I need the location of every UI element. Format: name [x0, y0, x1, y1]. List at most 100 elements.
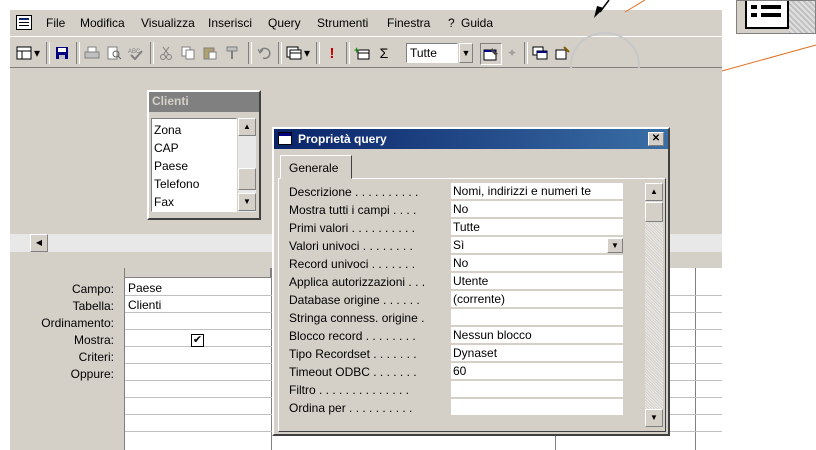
property-value[interactable]: [451, 381, 623, 398]
menu-finestra[interactable]: Finestra: [387, 16, 430, 30]
property-row[interactable]: Timeout ODBC . . . . . . . 60: [279, 363, 643, 381]
property-value[interactable]: 60: [451, 363, 623, 380]
tab-generale[interactable]: Generale: [280, 155, 352, 179]
property-row[interactable]: Stringa conness. origine .: [279, 309, 643, 327]
field-item[interactable]: Zona: [154, 123, 181, 137]
mostra-checkbox[interactable]: ✔: [191, 334, 204, 347]
property-row[interactable]: Primi valori . . . . . . . . . . Tutte: [279, 219, 643, 237]
scroll-left-icon[interactable]: ◀: [30, 234, 48, 252]
property-label: Stringa conness. origine .: [289, 311, 425, 325]
menu-visualizza[interactable]: Visualizza: [141, 16, 195, 30]
property-value[interactable]: Tutte: [451, 219, 623, 236]
property-label: Timeout ODBC . . . . . . .: [289, 365, 417, 379]
database-window-icon[interactable]: [530, 43, 550, 63]
property-value[interactable]: No: [451, 201, 623, 218]
print-preview-icon[interactable]: [104, 43, 124, 63]
dialog-title: Proprietà query: [298, 132, 387, 146]
property-value[interactable]: Nessun blocco: [451, 327, 623, 344]
scroll-down-icon[interactable]: ▼: [645, 409, 663, 427]
format-painter-icon[interactable]: [222, 43, 242, 63]
dialog-titlebar[interactable]: Proprietà query ✕: [274, 129, 668, 149]
property-label: Database origine . . . . . .: [289, 293, 420, 307]
query-type-icon[interactable]: [284, 43, 304, 63]
menu-guida[interactable]: Guida: [461, 16, 493, 30]
property-value[interactable]: Nomi, indirizzi e numeri te: [451, 183, 623, 200]
tabella-cell[interactable]: Clienti: [128, 298, 268, 314]
scroll-up-icon[interactable]: ▲: [238, 118, 256, 136]
campo-cell[interactable]: Paese: [128, 281, 268, 297]
show-table-icon[interactable]: +: [352, 43, 372, 63]
scroll-thumb[interactable]: [645, 202, 663, 222]
svg-text:+: +: [354, 46, 359, 55]
property-dropdown-icon[interactable]: ▼: [607, 238, 623, 253]
totals-icon[interactable]: Σ: [374, 43, 394, 63]
property-value-dropdown[interactable]: Sì: [451, 237, 623, 254]
field-list-scrollbar[interactable]: ▲ ▼: [238, 118, 256, 212]
menu-modifica[interactable]: Modifica: [80, 16, 125, 30]
property-value[interactable]: [451, 309, 623, 326]
row-label: Tabella:: [72, 299, 114, 313]
field-item[interactable]: Telefono: [154, 177, 199, 191]
property-value[interactable]: [451, 399, 623, 416]
property-row[interactable]: Mostra tutti i campi . . . . No: [279, 201, 643, 219]
spelling-icon[interactable]: ABC: [126, 43, 146, 63]
menu-help-mark[interactable]: ?: [448, 16, 455, 30]
tab-generale-label: Generale: [289, 161, 339, 175]
scroll-down-icon[interactable]: ▼: [238, 193, 256, 211]
field-item[interactable]: CAP: [154, 141, 179, 155]
menu-inserisci[interactable]: Inserisci: [208, 16, 252, 30]
property-row-selected[interactable]: Valori univoci . . . . . . . . Sì ▼: [279, 237, 643, 255]
row-label: Ordinamento:: [41, 316, 114, 330]
scroll-thumb[interactable]: [238, 168, 256, 190]
cut-icon[interactable]: [156, 43, 176, 63]
property-row[interactable]: Tipo Recordset . . . . . . . Dynaset: [279, 345, 643, 363]
top-values-dropdown-icon[interactable]: ▼: [459, 43, 473, 63]
col1-selector[interactable]: [125, 268, 271, 278]
property-value[interactable]: No: [451, 255, 623, 272]
property-value[interactable]: Dynaset: [451, 345, 623, 362]
new-object-icon[interactable]: [552, 43, 572, 63]
table-box-clienti[interactable]: Clienti Zona CAP Paese Telefono Fax ▲ ▼: [147, 90, 261, 220]
run-icon[interactable]: !: [322, 43, 342, 63]
property-value[interactable]: Utente: [451, 273, 623, 290]
builder-icon[interactable]: ✦: [502, 43, 522, 63]
property-row[interactable]: Descrizione . . . . . . . . . . Nomi, ind…: [279, 183, 643, 201]
field-item[interactable]: Fax: [154, 195, 174, 209]
property-row[interactable]: Database origine . . . . . . (corrente): [279, 291, 643, 309]
table-box-title[interactable]: Clienti: [149, 92, 259, 112]
view-icon[interactable]: [14, 43, 34, 63]
campo-value: Paese: [128, 281, 163, 295]
menu-file[interactable]: File: [46, 16, 65, 30]
undo-icon[interactable]: [254, 43, 274, 63]
row-label: Campo:: [71, 282, 114, 296]
zoomed-properties-icon: [736, 0, 816, 34]
property-label: Filtro . . . . . . . . . . . . . .: [289, 383, 410, 397]
app-icon[interactable]: [16, 15, 32, 30]
property-label: Mostra tutti i campi . . . .: [289, 203, 417, 217]
field-item[interactable]: Paese: [154, 159, 188, 173]
properties-icon[interactable]: [480, 43, 502, 65]
separator: [316, 42, 320, 64]
top-values-value: Tutte: [410, 46, 437, 60]
property-list: Descrizione . . . . . . . . . . Nomi, ind…: [279, 183, 643, 433]
scroll-up-icon[interactable]: ▲: [645, 183, 663, 201]
paste-icon[interactable]: [200, 43, 220, 63]
property-row[interactable]: Applica autorizzazioni . . . Utente: [279, 273, 643, 291]
close-icon[interactable]: ✕: [648, 132, 664, 146]
property-value[interactable]: (corrente): [451, 291, 623, 308]
property-row[interactable]: Record univoci . . . . . . . No: [279, 255, 643, 273]
view-dropdown-icon[interactable]: ▾: [32, 43, 42, 63]
save-icon[interactable]: [52, 43, 72, 63]
property-row[interactable]: Ordina per . . . . . . . . . .: [279, 399, 643, 417]
copy-icon[interactable]: [178, 43, 198, 63]
property-row[interactable]: Blocco record . . . . . . . . Nessun bloc…: [279, 327, 643, 345]
property-row[interactable]: Filtro . . . . . . . . . . . . . .: [279, 381, 643, 399]
top-values-combo[interactable]: Tutte: [406, 43, 458, 63]
menu-strumenti[interactable]: Strumenti: [317, 16, 368, 30]
menu-query[interactable]: Query: [268, 16, 301, 30]
separator: [278, 42, 282, 64]
query-type-dropdown-icon[interactable]: ▾: [302, 43, 312, 63]
separator: [46, 42, 50, 64]
property-scrollbar[interactable]: ▲ ▼: [645, 183, 663, 427]
print-icon[interactable]: [82, 43, 102, 63]
